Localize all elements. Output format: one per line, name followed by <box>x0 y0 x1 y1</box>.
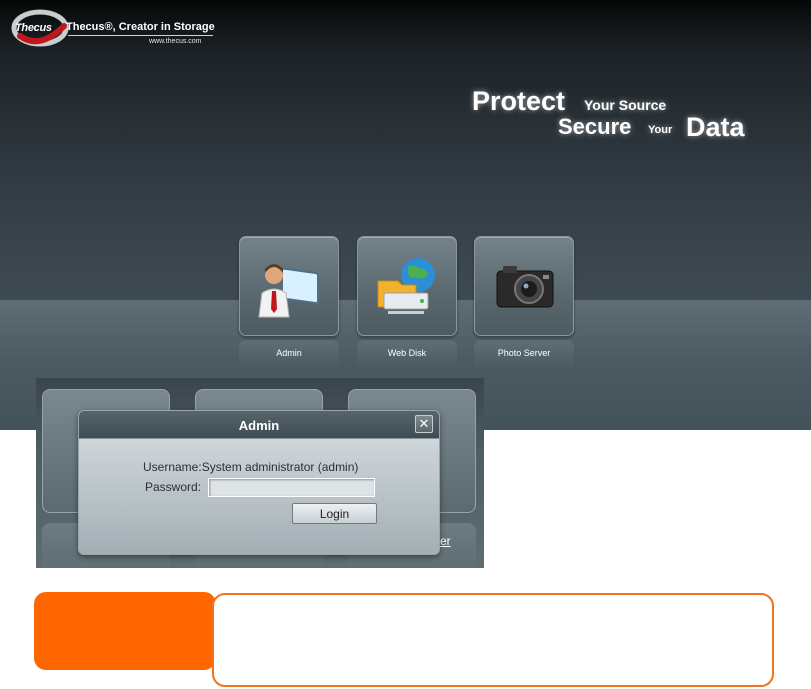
callout-box <box>212 593 774 687</box>
web-ui-home-screenshot: Thecus Thecus®, Creator in Storage www.t… <box>0 0 811 430</box>
admin-user-monitor-icon <box>258 264 319 318</box>
admin-login-dialog: Admin ✕ Username:System administrator (a… <box>78 410 440 555</box>
thecus-logo: Thecus Thecus®, Creator in Storage www.t… <box>6 6 221 50</box>
slogan-your: Your <box>648 124 673 136</box>
web-disk-label[interactable]: Web Disk <box>357 348 457 358</box>
web-disk-tile[interactable] <box>357 236 457 336</box>
dialog-header: Admin ✕ <box>79 411 439 439</box>
slogan-data: Data <box>686 112 745 142</box>
admin-tile[interactable] <box>239 236 339 336</box>
login-button[interactable]: Login <box>292 503 377 524</box>
photo-server-label[interactable]: Photo Server <box>474 348 574 358</box>
slogan-your-source: Your Source <box>584 97 667 113</box>
slogan-protect: Protect <box>472 86 566 116</box>
photo-server-tile[interactable] <box>474 236 574 336</box>
dialog-title: Admin <box>238 418 280 433</box>
close-icon[interactable]: ✕ <box>415 415 433 433</box>
website-url: www.thecus.com <box>149 38 202 45</box>
tagline: Thecus®, Creator in Storage <box>66 21 215 33</box>
camera-icon <box>496 266 554 308</box>
slogan: Protect Your Source Secure Your Data <box>470 86 770 146</box>
username-text: Username:System administrator (admin) <box>143 460 359 474</box>
background-photo-server-label-partial: er <box>440 534 451 548</box>
callout-tab <box>34 592 216 670</box>
tagline-divider <box>68 35 213 36</box>
web-disk-globe-folder-icon <box>377 258 435 314</box>
dialog-body: Username:System administrator (admin) Pa… <box>79 439 439 554</box>
brand-name: Thecus <box>15 22 52 34</box>
admin-label[interactable]: Admin <box>239 348 339 358</box>
slogan-secure: Secure <box>558 114 632 139</box>
password-label: Password: <box>145 480 202 494</box>
admin-login-screenshot: er Admin ✕ Username:System administrator… <box>36 378 484 568</box>
password-input[interactable] <box>208 478 375 497</box>
